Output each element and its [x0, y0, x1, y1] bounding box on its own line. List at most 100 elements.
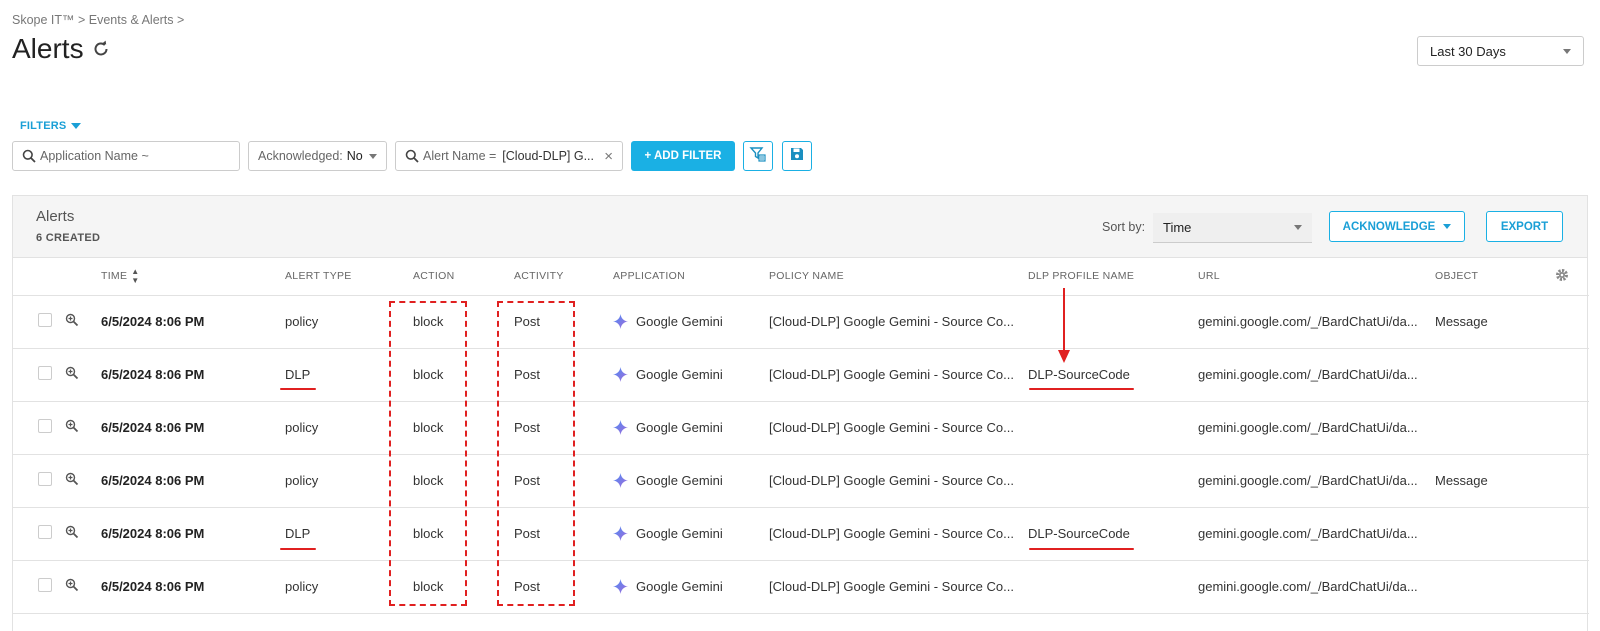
filter-config-button[interactable] [743, 141, 773, 171]
acknowledge-button[interactable]: ACKNOWLEDGE [1329, 211, 1465, 242]
cell-policy-name[interactable]: [Cloud-DLP] Google Gemini - Source Co... [769, 560, 1028, 614]
zoom-icon[interactable] [65, 472, 79, 486]
zoom-icon[interactable] [65, 578, 79, 592]
alerts-table: TIME ▲ ▼ ALERT TYPE ACTION ACTIVITY APPLIC… [13, 258, 1589, 614]
cell-application: Google Gemini [613, 401, 769, 455]
table-header-row: TIME ▲ ▼ ALERT TYPE ACTION ACTIVITY APPLIC… [13, 258, 1589, 296]
cell-policy-name[interactable]: [Cloud-DLP] Google Gemini - Source Co... [769, 401, 1028, 455]
cell-object [1435, 348, 1555, 402]
app-name: Google Gemini [636, 420, 723, 435]
sort-select[interactable]: Time [1153, 213, 1312, 243]
app-name: Google Gemini [636, 473, 723, 488]
add-filter-button[interactable]: + ADD FILTER [631, 141, 735, 171]
acknowledge-label: ACKNOWLEDGE [1342, 220, 1436, 233]
column-alert-type[interactable]: ALERT TYPE [285, 258, 413, 296]
gemini-icon [613, 579, 628, 594]
action-column-highlight [389, 301, 467, 606]
row-checkbox[interactable] [38, 366, 52, 380]
gemini-icon [613, 473, 628, 488]
column-object[interactable]: OBJECT [1435, 258, 1555, 296]
row-checkbox[interactable] [38, 419, 52, 433]
column-url[interactable]: URL [1198, 258, 1435, 296]
column-action[interactable]: ACTION [413, 258, 514, 296]
app-name: Google Gemini [636, 526, 723, 541]
cell-policy-name[interactable]: [Cloud-DLP] Google Gemini - Source Co... [769, 295, 1028, 349]
cell-dlp-profile-name [1028, 295, 1198, 349]
table-row[interactable]: 6/5/2024 8:06 PM policy block Post Googl… [13, 454, 1589, 508]
acknowledged-filter[interactable]: Acknowledged: No [248, 141, 387, 171]
cell-dlp-profile-name [1028, 560, 1198, 614]
zoom-icon[interactable] [65, 419, 79, 433]
row-checkbox[interactable] [38, 525, 52, 539]
zoom-icon[interactable] [65, 366, 79, 380]
column-time[interactable]: TIME ▲ ▼ [101, 258, 285, 296]
table-row[interactable]: 6/5/2024 8:06 PM policy block Post Googl… [13, 295, 1589, 349]
cell-url[interactable]: gemini.google.com/_/BardChatUi/da... [1198, 560, 1435, 614]
export-button[interactable]: EXPORT [1486, 211, 1563, 242]
row-checkbox[interactable] [38, 472, 52, 486]
dlp-underline [280, 548, 316, 550]
chevron-down-icon [1563, 48, 1571, 54]
cell-url[interactable]: gemini.google.com/_/BardChatUi/da... [1198, 507, 1435, 561]
save-button[interactable] [782, 141, 812, 171]
dlp-profile-underline [1029, 548, 1134, 550]
table-row[interactable]: 6/5/2024 8:06 PM DLP block Post Google G… [13, 348, 1589, 402]
app-name: Google Gemini [636, 579, 723, 594]
save-icon [789, 146, 805, 167]
zoom-icon[interactable] [65, 313, 79, 327]
acknowledged-value: No [346, 149, 363, 163]
dlp-underline [280, 388, 316, 390]
zoom-icon[interactable] [65, 525, 79, 539]
search-icon [405, 149, 419, 163]
cell-time: 6/5/2024 8:06 PM [101, 348, 285, 402]
panel-header: Alerts 6 CREATED Sort by: Time ACKNOWLED… [13, 196, 1587, 258]
cell-dlp-profile-name: DLP-SourceCode [1028, 348, 1198, 402]
cell-policy-name[interactable]: [Cloud-DLP] Google Gemini - Source Co... [769, 348, 1028, 402]
refresh-icon[interactable] [91, 39, 111, 59]
chevron-down-icon [1294, 225, 1302, 230]
cell-object [1435, 401, 1555, 455]
column-settings[interactable] [1555, 258, 1589, 296]
cell-policy-name[interactable]: [Cloud-DLP] Google Gemini - Source Co... [769, 454, 1028, 508]
acknowledged-label: Acknowledged: [258, 149, 343, 163]
filters-toggle[interactable]: FILTERS [20, 120, 82, 132]
date-range-select[interactable]: Last 30 Days [1417, 36, 1584, 66]
app-name: Google Gemini [636, 314, 723, 329]
caret-down-icon [1443, 224, 1452, 229]
column-application[interactable]: APPLICATION [613, 258, 769, 296]
column-policy-name[interactable]: POLICY NAME [769, 258, 1028, 296]
alerts-panel: Alerts 6 CREATED Sort by: Time ACKNOWLED… [12, 195, 1589, 631]
application-name-filter[interactable]: Application Name ~ [12, 141, 240, 171]
cell-url[interactable]: gemini.google.com/_/BardChatUi/da... [1198, 454, 1435, 508]
cell-application: Google Gemini [613, 295, 769, 349]
column-dlp-profile-name[interactable]: DLP PROFILE NAME [1028, 258, 1198, 296]
gemini-icon [613, 367, 628, 382]
cell-time: 6/5/2024 8:06 PM [101, 401, 285, 455]
cell-time: 6/5/2024 8:06 PM [101, 454, 285, 508]
cell-url[interactable]: gemini.google.com/_/BardChatUi/da... [1198, 401, 1435, 455]
table-row[interactable]: 6/5/2024 8:06 PM DLP block Post Google G… [13, 507, 1589, 561]
sort-label: Sort by: [1102, 220, 1146, 234]
cell-application: Google Gemini [613, 348, 769, 402]
cell-object: Message [1435, 295, 1555, 349]
app-name: Google Gemini [636, 367, 723, 382]
row-checkbox[interactable] [38, 313, 52, 327]
gear-icon[interactable] [1555, 268, 1569, 285]
cell-application: Google Gemini [613, 507, 769, 561]
alert-name-filter[interactable]: Alert Name = [Cloud-DLP] G... × [395, 141, 623, 171]
table-row[interactable]: 6/5/2024 8:06 PM policy block Post Googl… [13, 560, 1589, 614]
close-icon[interactable]: × [604, 148, 613, 165]
cell-policy-name[interactable]: [Cloud-DLP] Google Gemini - Source Co... [769, 507, 1028, 561]
cell-application: Google Gemini [613, 454, 769, 508]
column-activity[interactable]: ACTIVITY [514, 258, 613, 296]
cell-url[interactable]: gemini.google.com/_/BardChatUi/da... [1198, 348, 1435, 402]
table-row[interactable]: 6/5/2024 8:06 PM policy block Post Googl… [13, 401, 1589, 455]
alert-name-label: Alert Name = [423, 149, 497, 163]
row-checkbox[interactable] [38, 578, 52, 592]
cell-time: 6/5/2024 8:06 PM [101, 507, 285, 561]
breadcrumb[interactable]: Skope IT™ > Events & Alerts > [12, 13, 184, 27]
cell-url[interactable]: gemini.google.com/_/BardChatUi/da... [1198, 295, 1435, 349]
cell-object: Message [1435, 454, 1555, 508]
filter-config-icon [749, 145, 767, 168]
cell-application: Google Gemini [613, 560, 769, 614]
